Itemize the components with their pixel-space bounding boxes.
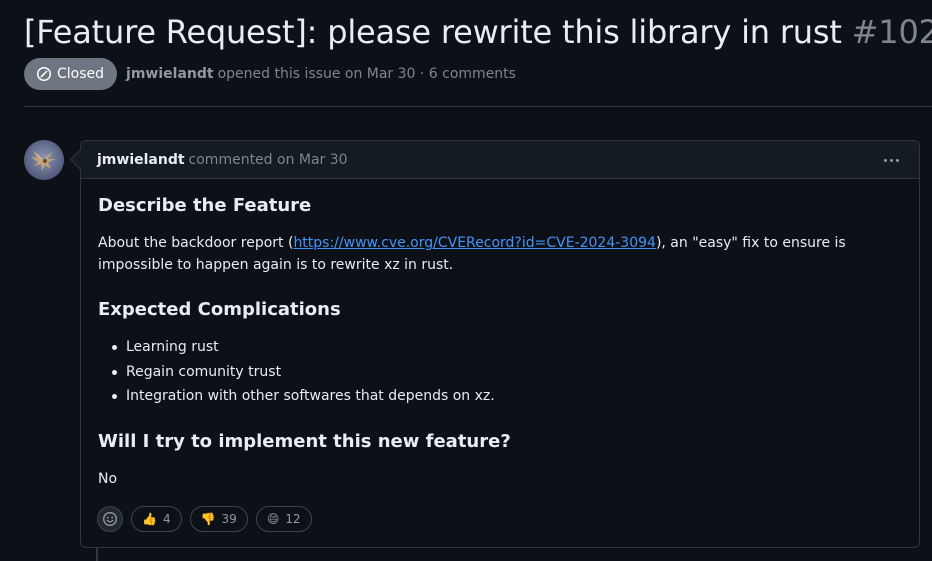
comment-author-link[interactable]: jmwielandt [97, 152, 185, 168]
reactions-bar: 👍 4 👎 39 😄 12 [97, 506, 312, 532]
status-badge: Closed [24, 58, 118, 90]
header-divider [24, 106, 932, 107]
complications-list: Learning rust Regain comunity trust Inte… [98, 336, 495, 410]
thumbs-down-icon: 👎 [200, 512, 216, 526]
reaction-thumbs-down-button[interactable]: 👎 39 [189, 506, 248, 532]
closed-circle-icon [36, 66, 52, 82]
issue-author-link[interactable]: jmwielandt [126, 66, 214, 82]
kebab-menu-icon[interactable] [881, 152, 901, 168]
list-item: Regain comunity trust [98, 361, 495, 386]
reaction-count: 12 [285, 512, 301, 526]
feature-text-before: About the backdoor report ( [98, 235, 294, 251]
heading-expected-complications: Expected Complications [98, 299, 341, 320]
laugh-icon: 😄 [266, 512, 280, 526]
issue-title-text: [Feature Request]: please rewrite this l… [24, 13, 842, 51]
reaction-laugh-button[interactable]: 😄 12 [255, 506, 312, 532]
comment-box: jmwielandt commented on Mar 30 Describe … [80, 140, 920, 548]
timeline-line [96, 548, 98, 561]
cve-link[interactable]: https://www.cve.org/CVERecord?id=CVE-202… [293, 235, 656, 251]
issue-number: #102 [851, 13, 932, 51]
comment-header: jmwielandt commented on Mar 30 [81, 141, 919, 179]
status-badge-label: Closed [57, 66, 105, 82]
avatar[interactable] [24, 140, 64, 180]
heading-will-implement: Will I try to implement this new feature… [98, 431, 511, 452]
feature-paragraph: About the backdoor report (https://www.c… [98, 232, 898, 276]
add-reaction-button[interactable] [97, 506, 123, 532]
avatar-bird-icon [31, 150, 56, 171]
comment-date[interactable]: commented on Mar 30 [189, 152, 348, 168]
issue-meta: Closed jmwielandt opened this issue on M… [24, 58, 516, 90]
implement-answer: No [98, 471, 118, 487]
list-item: Learning rust [98, 336, 495, 361]
reaction-thumbs-up-button[interactable]: 👍 4 [131, 506, 182, 532]
reaction-count: 4 [162, 512, 171, 526]
issue-title: [Feature Request]: please rewrite this l… [24, 13, 932, 51]
list-item: Integration with other softwares that de… [98, 385, 495, 410]
smiley-icon [102, 511, 118, 527]
issue-opened-text: opened this issue on Mar 30 · 6 comments [217, 66, 516, 82]
heading-describe-feature: Describe the Feature [98, 195, 312, 216]
reaction-count: 39 [221, 512, 237, 526]
thumbs-up-icon: 👍 [142, 512, 157, 526]
